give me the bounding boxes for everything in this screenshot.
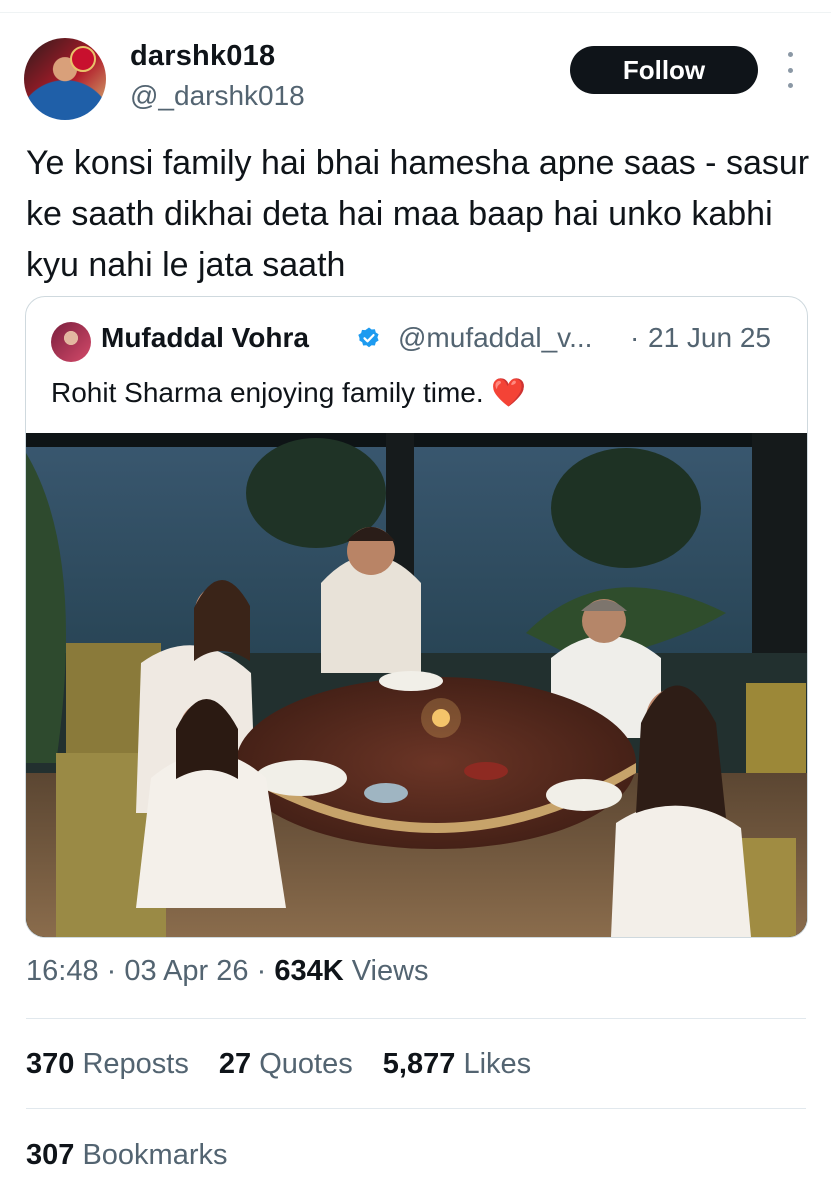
views-count: 634K xyxy=(274,955,344,987)
bookmarks-stat[interactable]: 307 Bookmarks xyxy=(26,1139,228,1172)
quoted-post[interactable]: Mufaddal Vohra @mufaddal_v... · 21 Jun 2… xyxy=(25,296,808,938)
reposts-label: Reposts xyxy=(82,1048,189,1080)
views-label: Views xyxy=(351,955,429,987)
quotes-label: Quotes xyxy=(259,1048,353,1080)
meta-separator: · xyxy=(106,955,117,987)
bookmarks-count: 307 xyxy=(26,1139,75,1171)
meta-separator: · xyxy=(256,955,267,987)
reposts-stat[interactable]: 370 Reposts xyxy=(26,1048,189,1080)
quoted-author-name[interactable]: Mufaddal Vohra xyxy=(101,322,309,354)
avatar-badge xyxy=(70,46,96,72)
author-avatar[interactable] xyxy=(24,38,106,120)
quotes-stat[interactable]: 27 Quotes xyxy=(219,1048,353,1080)
post-stats: 370 Reposts 27 Quotes 5,877 Likes xyxy=(26,1048,553,1081)
quoted-photo[interactable] xyxy=(26,433,807,937)
likes-label: Likes xyxy=(463,1048,532,1080)
quoted-author-handle[interactable]: @mufaddal_v... xyxy=(398,322,592,354)
top-separator xyxy=(0,0,831,13)
likes-stat[interactable]: 5,877 Likes xyxy=(383,1048,531,1080)
more-vertical-icon[interactable] xyxy=(780,52,800,88)
quoted-text: Rohit Sharma enjoying family time. ❤️ xyxy=(51,376,526,409)
quotes-count: 27 xyxy=(218,1048,252,1080)
heart-emoji: ❤️ xyxy=(491,377,527,408)
quoted-author-avatar[interactable] xyxy=(51,322,91,362)
likes-count: 5,877 xyxy=(382,1048,456,1080)
quoted-text-body: Rohit Sharma enjoying family time. xyxy=(51,377,484,408)
post-meta: 16:48 · 03 Apr 26 · 634K Views xyxy=(26,955,429,988)
divider xyxy=(26,1018,806,1019)
post-time[interactable]: 16:48 xyxy=(26,955,99,987)
author-handle[interactable]: @_darshk018 xyxy=(130,80,305,112)
dinner-photo-illustration xyxy=(26,433,807,937)
verified-badge-icon xyxy=(358,327,379,348)
post-date[interactable]: 03 Apr 26 xyxy=(124,955,248,987)
author-name[interactable]: darshk018 xyxy=(130,40,275,73)
follow-button[interactable]: Follow xyxy=(570,46,758,94)
reposts-count: 370 xyxy=(26,1048,75,1080)
bookmarks-label: Bookmarks xyxy=(82,1139,228,1171)
quoted-date[interactable]: 21 Jun 25 xyxy=(648,322,771,354)
divider xyxy=(26,1108,806,1109)
quoted-separator: · xyxy=(630,322,640,353)
post-text: Ye konsi family hai bhai hamesha apne sa… xyxy=(26,144,810,284)
